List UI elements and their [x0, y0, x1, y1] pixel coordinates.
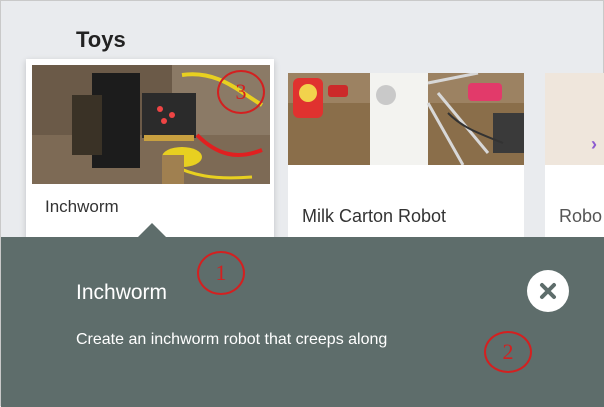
annotation-marker: 2	[484, 331, 532, 373]
detail-title: Inchworm	[76, 281, 168, 304]
detail-description: Create an inchworm robot that creeps alo…	[76, 331, 388, 348]
detail-panel	[1, 237, 604, 407]
annotation-marker: 3	[217, 70, 265, 114]
card-robo-partial[interactable]: Robo	[545, 73, 604, 248]
chevron-right-icon[interactable]: ›	[586, 135, 602, 153]
card-label: Milk Carton Robot	[302, 206, 447, 226]
close-button[interactable]	[527, 270, 569, 312]
card-milk-carton-robot[interactable]: Milk Carton Robot	[288, 73, 524, 248]
annotation-marker: 1	[197, 251, 245, 295]
detail-pointer	[137, 223, 167, 238]
card-label: Inchworm	[45, 197, 119, 216]
section-title: Toys	[76, 27, 126, 52]
card-thumbnail-image	[288, 73, 524, 165]
close-icon	[540, 283, 556, 299]
card-label: Robo	[559, 206, 603, 226]
